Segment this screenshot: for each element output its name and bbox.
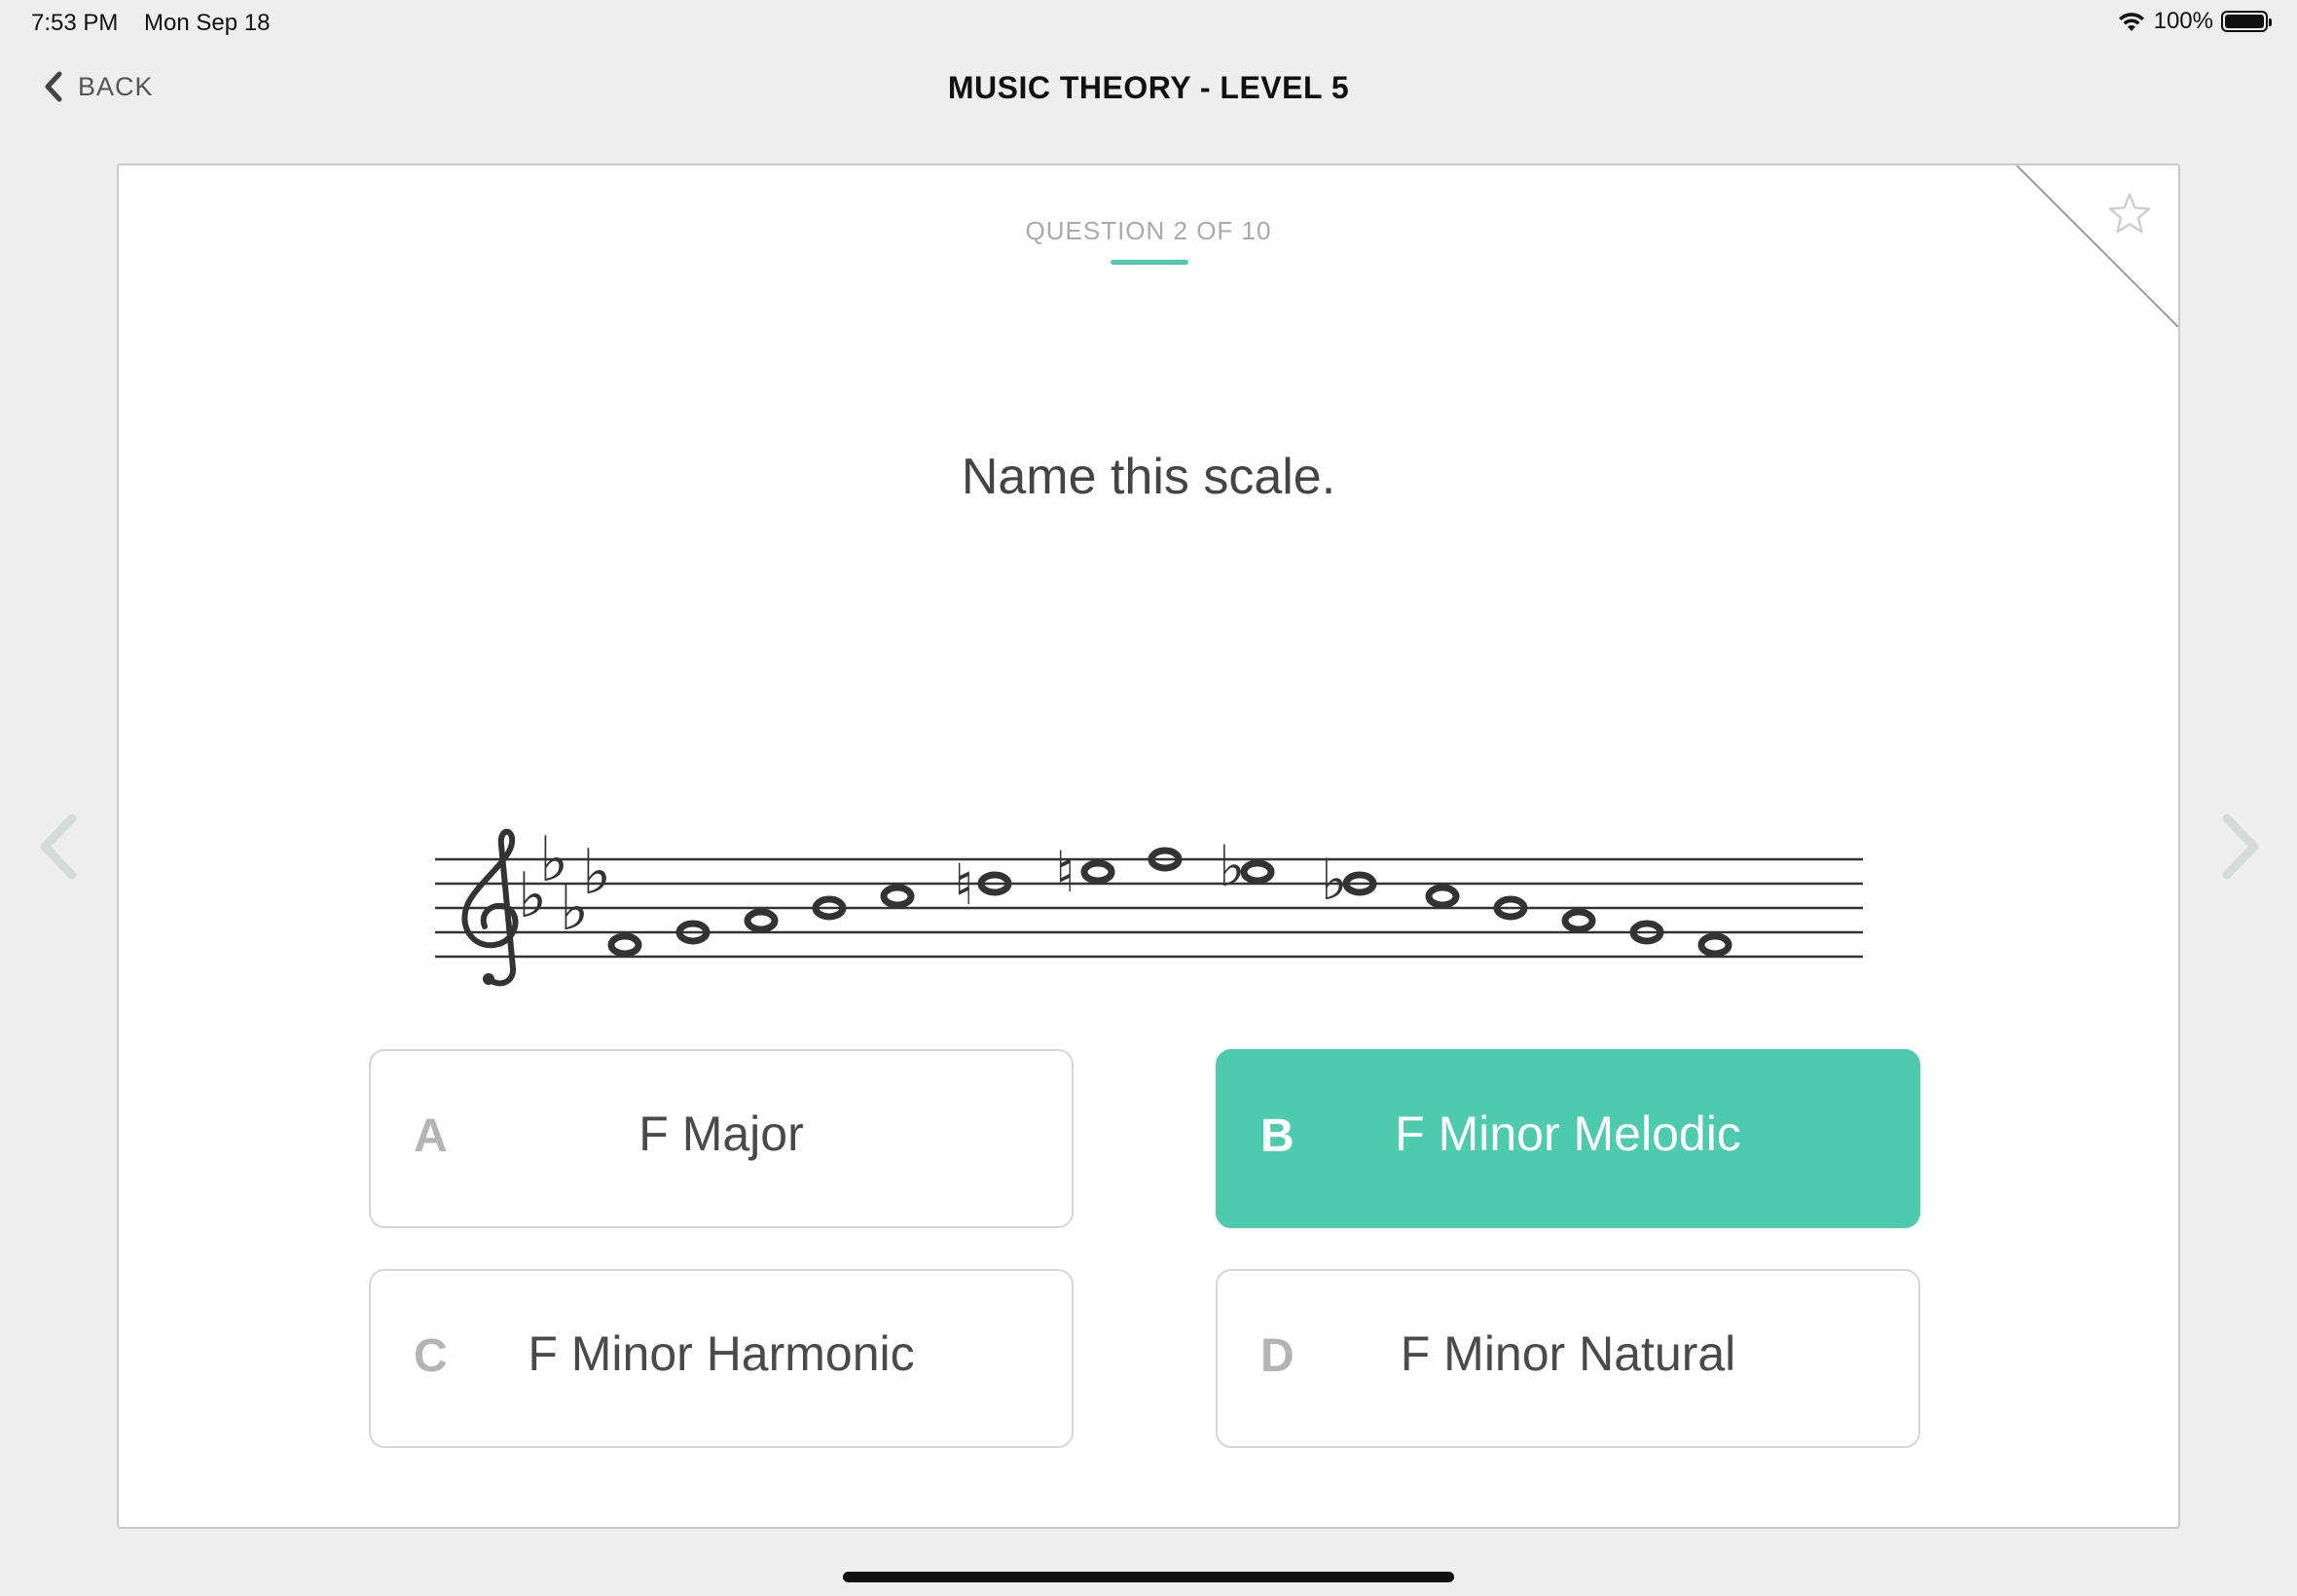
note: [1561, 908, 1596, 933]
note: [607, 932, 642, 958]
previous-question-button[interactable]: [35, 813, 84, 881]
answer-label: F Minor Melodic: [1395, 1106, 1741, 1161]
natural-icon: ♮: [1055, 839, 1076, 905]
scale-notes: [607, 847, 1732, 958]
question-prompt: Name this scale.: [961, 449, 1336, 505]
battery-icon: [2221, 11, 2272, 32]
natural-icon: ♮: [954, 852, 974, 918]
favorite-corner: [2016, 165, 2178, 328]
answer-option-b[interactable]: B F Minor Melodic: [1216, 1049, 1920, 1228]
key-signature: ♭ ♭ ♭ ♭: [518, 824, 611, 945]
note: [1697, 932, 1732, 958]
note: [1240, 859, 1275, 885]
page-title: MUSIC THEORY - LEVEL 5: [947, 70, 1350, 105]
battery-percentage: 100%: [2153, 8, 2213, 34]
answer-option-a[interactable]: A F Major: [369, 1049, 1074, 1228]
answer-option-d[interactable]: D F Minor Natural: [1216, 1269, 1920, 1448]
status-time: 7:53 PM: [31, 10, 119, 36]
next-question-button[interactable]: [2215, 813, 2264, 881]
question-card: QUESTION 2 OF 10 Name this scale. ♭ ♭ ♭ …: [117, 163, 2180, 1529]
answer-label: F Minor Harmonic: [528, 1326, 915, 1381]
question-counter: QUESTION 2 OF 10: [1025, 216, 1272, 245]
flat-icon: ♭: [1219, 833, 1245, 899]
status-bar: 7:53 PM Mon Sep 18 100%: [0, 0, 2297, 47]
answer-label: F Major: [638, 1106, 804, 1161]
home-indicator[interactable]: [843, 1572, 1454, 1582]
status-indicators: 100%: [2117, 8, 2272, 35]
note: [744, 908, 779, 933]
nav-bar: BACK MUSIC THEORY - LEVEL 5: [0, 54, 2297, 123]
flat-icon: ♭: [1321, 847, 1347, 913]
note: [1080, 859, 1115, 885]
counter-underline: [1111, 260, 1188, 265]
note: [880, 884, 915, 909]
answer-option-c[interactable]: C F Minor Harmonic: [369, 1269, 1074, 1448]
wifi-icon: [2118, 13, 2144, 31]
chevron-right-icon: [2222, 814, 2259, 880]
answer-label: F Minor Natural: [1400, 1326, 1736, 1381]
flat-icon: ♭: [582, 837, 611, 909]
note: [1425, 884, 1460, 909]
battery-level: [2225, 15, 2264, 28]
status-date: Mon Sep 18: [144, 10, 271, 36]
music-staff: ♭ ♭ ♭ ♭ ♮ ♮ ♭ ♭: [435, 824, 1863, 987]
chevron-left-icon: [40, 814, 77, 880]
